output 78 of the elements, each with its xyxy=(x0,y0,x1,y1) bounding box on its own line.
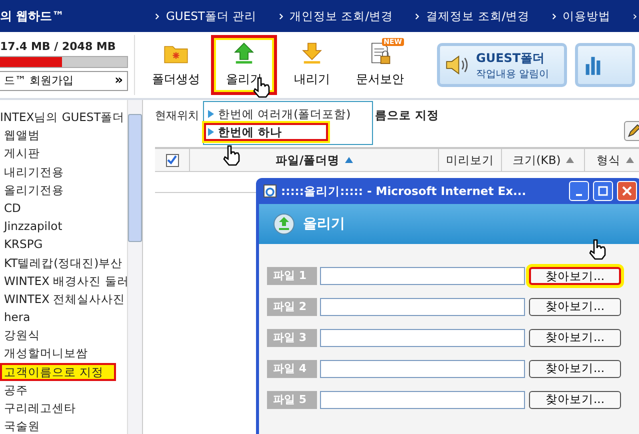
close-button[interactable] xyxy=(617,181,637,201)
folder-tree-item[interactable]: 웹앨범 xyxy=(0,126,127,144)
browse-button[interactable]: 찾아보기... xyxy=(529,328,621,346)
pen-icon xyxy=(627,124,639,138)
file-label: 파일 4 xyxy=(267,360,317,378)
file-path-field[interactable] xyxy=(320,360,525,378)
notice-subtitle: 작업내용 알림이 xyxy=(476,68,550,80)
folder-tree-item[interactable]: 올리기전용 xyxy=(0,180,127,199)
file-path-field[interactable] xyxy=(320,266,525,284)
browse-button[interactable]: 찾아보기... xyxy=(529,360,621,378)
chevron-icon xyxy=(415,12,420,20)
file-label: 파일 2 xyxy=(267,298,317,316)
folder-tree-item[interactable]: KT텔레캅(정대진)부산 xyxy=(0,254,127,272)
file-path-field[interactable] xyxy=(320,298,525,316)
scrollbar[interactable] xyxy=(127,100,142,434)
folder-tree-item[interactable]: hera xyxy=(0,308,127,326)
window-title: :::::올리기::::: - Microsoft Internet Ex... xyxy=(281,184,528,198)
browse-button[interactable]: 찾아보기... xyxy=(529,390,621,408)
column-header[interactable]: 미리보기 xyxy=(439,149,502,171)
file-label: 파일 5 xyxy=(267,390,317,408)
sort-arrow-icon[interactable] xyxy=(344,157,353,163)
file-path-field[interactable] xyxy=(320,390,525,408)
stats-button[interactable] xyxy=(575,43,635,87)
file-path-field[interactable] xyxy=(320,328,525,346)
upload-circle-icon xyxy=(273,213,295,235)
bullet-arrow-icon xyxy=(208,128,214,136)
chevron-icon xyxy=(155,12,160,20)
folder-tree-item[interactable]: KRSPG xyxy=(0,235,127,254)
folder-tree-item[interactable]: 구리레고센타 xyxy=(0,399,127,418)
column-header[interactable]: 크기(KB) xyxy=(502,149,585,171)
folder-tree-item[interactable]: Jinzzapilot xyxy=(0,217,127,236)
folder-tree-item[interactable]: 강원식 xyxy=(0,326,127,344)
chevron-icon xyxy=(552,12,557,20)
maximize-button[interactable] xyxy=(593,181,613,201)
nav-link[interactable]: 이용방법 xyxy=(552,8,611,24)
hand-cursor-icon xyxy=(588,238,608,260)
file-label: 파일 1 xyxy=(267,266,317,284)
folder-tree-item[interactable]: WINTEX 전체실사사진 xyxy=(0,290,127,308)
notice-title: GUEST폴더 xyxy=(476,50,546,66)
column-header[interactable]: 형식 xyxy=(585,149,639,171)
notice-button[interactable]: GUEST폴더 작업내용 알림이 xyxy=(437,43,567,87)
folder-tree-item[interactable]: 게시판 xyxy=(0,144,127,163)
location-label: 현재위치 xyxy=(155,108,199,123)
join-button[interactable]: 드™ 회원가입 » xyxy=(0,70,128,90)
folder-tree-item[interactable]: 공주 xyxy=(0,380,127,399)
bar-chart-icon xyxy=(584,54,602,76)
folder-tree-item[interactable]: INTEX님의 GUEST폴더 xyxy=(0,108,127,126)
location-path: 름으로 지정 xyxy=(375,108,440,123)
browser-icon xyxy=(263,184,277,198)
menu-item[interactable]: 한번에 여러개(폴더포함) xyxy=(204,105,372,123)
maximize-icon xyxy=(598,186,608,196)
bullet-arrow-icon xyxy=(208,110,214,118)
select-all-checkbox[interactable] xyxy=(166,154,178,166)
folder-tree-item[interactable]: CD xyxy=(0,198,127,218)
folder-tree-item[interactable]: 국술원 xyxy=(0,417,127,434)
storage-usage: 17.4 MB / 2048 MB xyxy=(0,40,117,52)
folder-tree-item[interactable]: 내리기전용 xyxy=(0,162,127,181)
nav-more-link[interactable]: › xyxy=(632,9,638,23)
browse-button[interactable]: 찾아보기... xyxy=(529,298,621,316)
close-icon xyxy=(622,186,632,196)
folder-tree-item[interactable]: 개성할머니보쌈 xyxy=(0,344,127,363)
file-label: 파일 3 xyxy=(267,328,317,346)
sort-arrow-icon[interactable] xyxy=(566,157,574,163)
sort-arrow-icon[interactable] xyxy=(626,157,634,163)
upload-heading: 올리기 xyxy=(303,215,345,233)
site-title: 의 웹하드™ xyxy=(0,8,66,24)
chevron-icon xyxy=(278,12,284,20)
speaker-icon xyxy=(444,54,470,76)
folder-tree-item[interactable]: WINTEX 배경사진 둘러 xyxy=(0,272,127,290)
minimize-icon xyxy=(576,194,582,196)
minimize-button[interactable] xyxy=(569,181,589,201)
nav-link[interactable]: 개인정보 조회/변경 xyxy=(278,8,394,24)
nav-link[interactable]: 결제정보 조회/변경 xyxy=(415,8,530,24)
folder-tree-item[interactable]: 고객이름으로 지정 xyxy=(0,362,116,381)
menu-item[interactable]: 한번에 하나 xyxy=(204,123,328,141)
nav-link[interactable]: GUEST폴더 관리 xyxy=(155,8,257,24)
download-arrow-icon xyxy=(299,41,325,65)
toolbar-button[interactable]: 올리기 xyxy=(211,35,277,95)
